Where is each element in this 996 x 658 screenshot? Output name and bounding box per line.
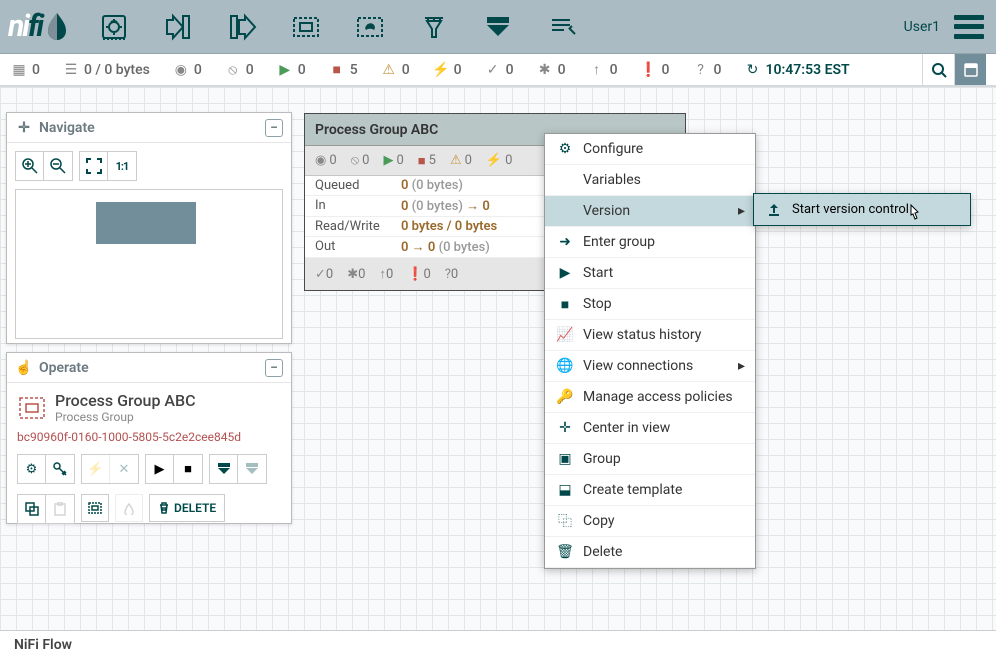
color-button [115,494,143,522]
chevron-right-icon: ▸ [738,358,745,374]
key-icon: 🔑 [557,389,573,405]
nifi-logo: nifi [8,9,70,44]
version-submenu: Start version control [753,193,971,226]
menu-icon[interactable] [954,15,984,39]
crosshair-icon: ✛ [15,119,33,137]
gear-icon: ⚙ [557,141,573,157]
enable-button: ⚡ [82,455,110,483]
status-last-refresh: ↻10:47:53 EST [743,61,849,79]
status-not-transmitting: ⦸0 [224,61,254,79]
operate-title: Operate [39,360,89,376]
current-user: User1 [904,19,940,35]
copy-button[interactable] [18,495,46,523]
paste-button [46,495,74,523]
globe-icon: 🌐 [557,358,573,374]
process-group-tool-icon[interactable] [284,8,328,46]
top-toolbar: nifi User1 [0,0,996,54]
birdseye-component [96,202,196,244]
configure-button[interactable]: ⚙ [18,455,46,483]
status-stale: ↑0 [588,61,618,79]
navigate-panel: ✛ Navigate − 1:1 [6,112,292,344]
ctx-version[interactable]: Version▸ [545,196,755,227]
ctx-stop[interactable]: ■Stop [545,289,755,320]
ctx-enter-group[interactable]: ➜Enter group [545,227,755,258]
ctx-status-history[interactable]: 📈View status history [545,320,755,351]
ctx-variables[interactable]: Variables [545,165,755,196]
processor-tool-icon[interactable] [92,8,136,46]
group-button[interactable] [81,494,109,522]
collapse-operate-button[interactable]: − [265,359,283,377]
zoom-fit-button[interactable] [80,152,108,180]
status-running: ▶0 [276,61,306,79]
ctx-configure[interactable]: ⚙Configure [545,134,755,165]
play-icon: ▶ [557,265,573,281]
status-up-to-date: ✓0 [484,61,514,79]
ctx-delete[interactable]: 🗑Delete [545,537,755,568]
ctx-center[interactable]: ✛Center in view [545,413,755,444]
output-port-tool-icon[interactable] [220,8,264,46]
context-menu: ⚙Configure Variables Version▸ ➜Enter gro… [544,133,756,569]
navigate-title: Navigate [39,120,95,136]
copy-icon: ⿻ [557,513,573,529]
input-port-tool-icon[interactable] [156,8,200,46]
hand-icon: ☝ [15,359,33,377]
breadcrumb-bar: NiFi Flow [0,630,996,658]
ctx-create-template[interactable]: ⬓Create template [545,475,755,506]
zoom-in-button[interactable] [16,152,44,180]
disable-button: ✕ [110,455,138,483]
collapse-navigate-button[interactable]: − [265,119,283,137]
upload-template-button [238,455,266,483]
operate-panel: ☝ Operate − Process Group ABC Process Gr… [6,352,292,524]
operate-uuid: bc90960f-0160-1000-5805-5c2e2cee845d [17,430,281,444]
ctx-access-policies[interactable]: 🔑Manage access policies [545,382,755,413]
stop-button[interactable]: ■ [174,455,202,483]
status-mod-stale: ❗0 [640,61,670,79]
status-sync-failure: ?0 [692,61,722,79]
bulletin-button[interactable] [954,54,986,85]
status-transmitting: ◉0 [172,61,202,79]
ctx-start-version-control[interactable]: Start version control [754,194,970,225]
search-button[interactable] [922,54,954,85]
breadcrumb-root[interactable]: NiFi Flow [14,637,72,653]
remote-pg-tool-icon[interactable] [348,8,392,46]
trash-icon: 🗑 [557,544,573,560]
status-invalid: ⚠0 [380,61,410,79]
access-policies-button[interactable] [46,455,74,483]
process-group-icon [17,393,47,423]
status-bar: ▦0 ☰0 / 0 bytes ◉0 ⦸0 ▶0 ■5 ⚠0 ⚡0 ✓0 ✱0 … [0,54,996,87]
template-icon: ⬓ [557,482,573,498]
stop-icon: ■ [557,296,573,312]
zoom-actual-button[interactable]: 1:1 [108,152,136,180]
ctx-copy[interactable]: ⿻Copy [545,506,755,537]
operate-component-type: Process Group [55,410,196,424]
group-icon: ▣ [557,451,573,467]
status-disabled: ⚡0 [432,61,462,79]
template-tool-icon[interactable] [476,8,520,46]
birdseye-view[interactable] [15,189,283,339]
status-locally-modified: ✱0 [536,61,566,79]
ctx-group[interactable]: ▣Group [545,444,755,475]
delete-button[interactable]: DELETE [149,494,225,522]
status-queued: ☰0 / 0 bytes [62,61,150,79]
operate-component-name: Process Group ABC [55,391,196,410]
upload-icon [766,202,782,218]
chart-icon: 📈 [557,327,573,343]
center-icon: ✛ [557,420,573,436]
status-active-threads: ▦0 [10,61,40,79]
ctx-start[interactable]: ▶Start [545,258,755,289]
zoom-out-button[interactable] [44,152,72,180]
label-tool-icon[interactable] [540,8,584,46]
funnel-tool-icon[interactable] [412,8,456,46]
chevron-right-icon: ▸ [738,203,745,219]
start-button[interactable]: ▶ [146,455,174,483]
create-template-button[interactable] [210,455,238,483]
enter-icon: ➜ [557,234,573,250]
ctx-view-connections[interactable]: 🌐View connections▸ [545,351,755,382]
status-stopped: ■5 [328,61,358,79]
